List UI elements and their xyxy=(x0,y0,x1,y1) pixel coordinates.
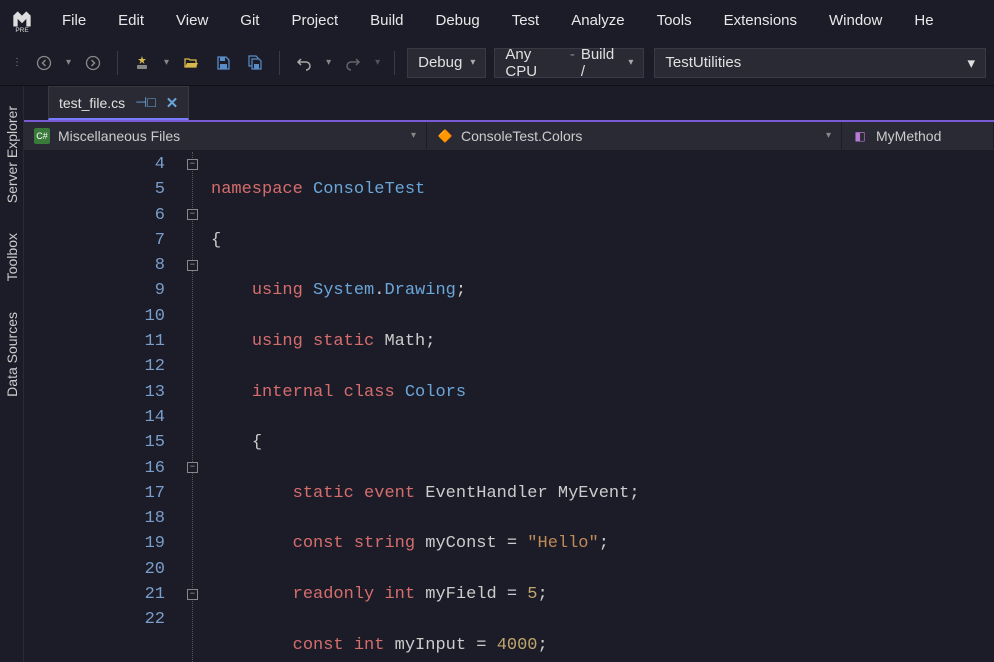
config-label: Debug xyxy=(418,54,462,71)
config-dropdown[interactable]: Debug ▾ xyxy=(407,48,486,78)
undo-dropdown[interactable]: ▾ xyxy=(322,57,335,68)
class-icon: 🔶 xyxy=(437,128,453,144)
save-all-button[interactable] xyxy=(241,49,269,77)
chevron-down-icon: ▾ xyxy=(967,54,975,72)
separator xyxy=(117,51,118,75)
undo-button[interactable] xyxy=(290,49,318,77)
new-item-dropdown[interactable]: ▾ xyxy=(160,57,173,68)
side-tab-toolbox[interactable]: Toolbox xyxy=(2,225,22,289)
chevron-down-icon: ▾ xyxy=(411,130,416,141)
separator xyxy=(394,51,395,75)
redo-dropdown[interactable]: ▾ xyxy=(371,57,384,68)
app-logo: PRE xyxy=(8,5,36,35)
menu-project[interactable]: Project xyxy=(275,4,354,37)
platform-label: Any CPU xyxy=(505,46,563,80)
menu-build[interactable]: Build xyxy=(354,4,419,37)
redo-button[interactable] xyxy=(339,49,367,77)
menu-file[interactable]: File xyxy=(46,4,102,37)
menu-view[interactable]: View xyxy=(160,4,224,37)
nav-class-dropdown[interactable]: 🔶 ConsoleTest.Colors ▾ xyxy=(427,122,842,149)
csharp-file-icon: C# xyxy=(34,128,50,144)
fold-toggle[interactable]: − xyxy=(187,589,198,600)
menubar: PRE File Edit View Git Project Build Deb… xyxy=(0,0,994,40)
line-numbers: 45678910111213141516171819202122 xyxy=(24,152,179,662)
tab-filename: test_file.cs xyxy=(59,95,125,111)
startup-label: TestUtilities xyxy=(665,54,741,71)
nav-member-label: MyMethod xyxy=(876,128,941,144)
nav-member-dropdown[interactable]: ◧ MyMethod xyxy=(842,122,994,149)
fold-column: − − − − − xyxy=(179,152,211,662)
chevron-down-icon: ▾ xyxy=(628,57,633,68)
menu-window[interactable]: Window xyxy=(813,4,898,37)
menu-git[interactable]: Git xyxy=(224,4,275,37)
chevron-down-icon: ▾ xyxy=(826,130,831,141)
menu-debug[interactable]: Debug xyxy=(420,4,496,37)
startup-project-dropdown[interactable]: TestUtilities ▾ xyxy=(654,48,986,78)
chevron-down-icon: ▾ xyxy=(470,57,475,68)
fold-toggle[interactable]: − xyxy=(187,159,198,170)
nav-back-button[interactable] xyxy=(30,49,58,77)
side-rail: Server Explorer Toolbox Data Sources xyxy=(0,86,24,662)
run-label: Build / xyxy=(581,46,621,80)
menu-help[interactable]: He xyxy=(898,4,949,37)
document-tab[interactable]: test_file.cs ⊣□ ✕ xyxy=(48,86,189,120)
nav-scope-dropdown[interactable]: C# Miscellaneous Files ▾ xyxy=(24,122,427,149)
pin-icon[interactable]: ⊣□ xyxy=(135,94,156,111)
document-well: test_file.cs ⊣□ ✕ C# Miscellaneous Files… xyxy=(24,86,994,662)
side-tab-data-sources[interactable]: Data Sources xyxy=(2,304,22,405)
fold-toggle[interactable]: − xyxy=(187,209,198,220)
open-file-button[interactable] xyxy=(177,49,205,77)
toolbar: ⋮ ▾ ▾ ▾ ▾ Debug ▾ Any CPU - Build / ▾ xyxy=(0,40,994,86)
fold-toggle[interactable]: − xyxy=(187,462,198,473)
nav-forward-button[interactable] xyxy=(79,49,107,77)
svg-text:PRE: PRE xyxy=(15,27,29,33)
document-tabs: test_file.cs ⊣□ ✕ xyxy=(24,86,994,120)
platform-dropdown[interactable]: Any CPU - Build / ▾ xyxy=(494,48,644,78)
menu-test[interactable]: Test xyxy=(496,4,556,37)
menu-extensions[interactable]: Extensions xyxy=(708,4,813,37)
nav-back-dropdown[interactable]: ▾ xyxy=(62,57,75,68)
separator xyxy=(279,51,280,75)
menu-tools[interactable]: Tools xyxy=(641,4,708,37)
menu-edit[interactable]: Edit xyxy=(102,4,160,37)
code-nav-bar: C# Miscellaneous Files ▾ 🔶 ConsoleTest.C… xyxy=(24,120,994,150)
code-editor[interactable]: 45678910111213141516171819202122 − − − −… xyxy=(24,152,994,662)
close-icon[interactable]: ✕ xyxy=(166,94,179,112)
code-content[interactable]: namespace ConsoleTest { using System.Dra… xyxy=(211,152,994,662)
side-tab-server-explorer[interactable]: Server Explorer xyxy=(2,98,22,211)
nav-class-label: ConsoleTest.Colors xyxy=(461,128,582,144)
menu-analyze[interactable]: Analyze xyxy=(555,4,640,37)
toolbar-handle-icon[interactable]: ⋮ xyxy=(8,57,26,68)
new-item-button[interactable] xyxy=(128,49,156,77)
fold-toggle[interactable]: − xyxy=(187,260,198,271)
method-icon: ◧ xyxy=(852,128,868,144)
save-button[interactable] xyxy=(209,49,237,77)
nav-scope-label: Miscellaneous Files xyxy=(58,128,180,144)
